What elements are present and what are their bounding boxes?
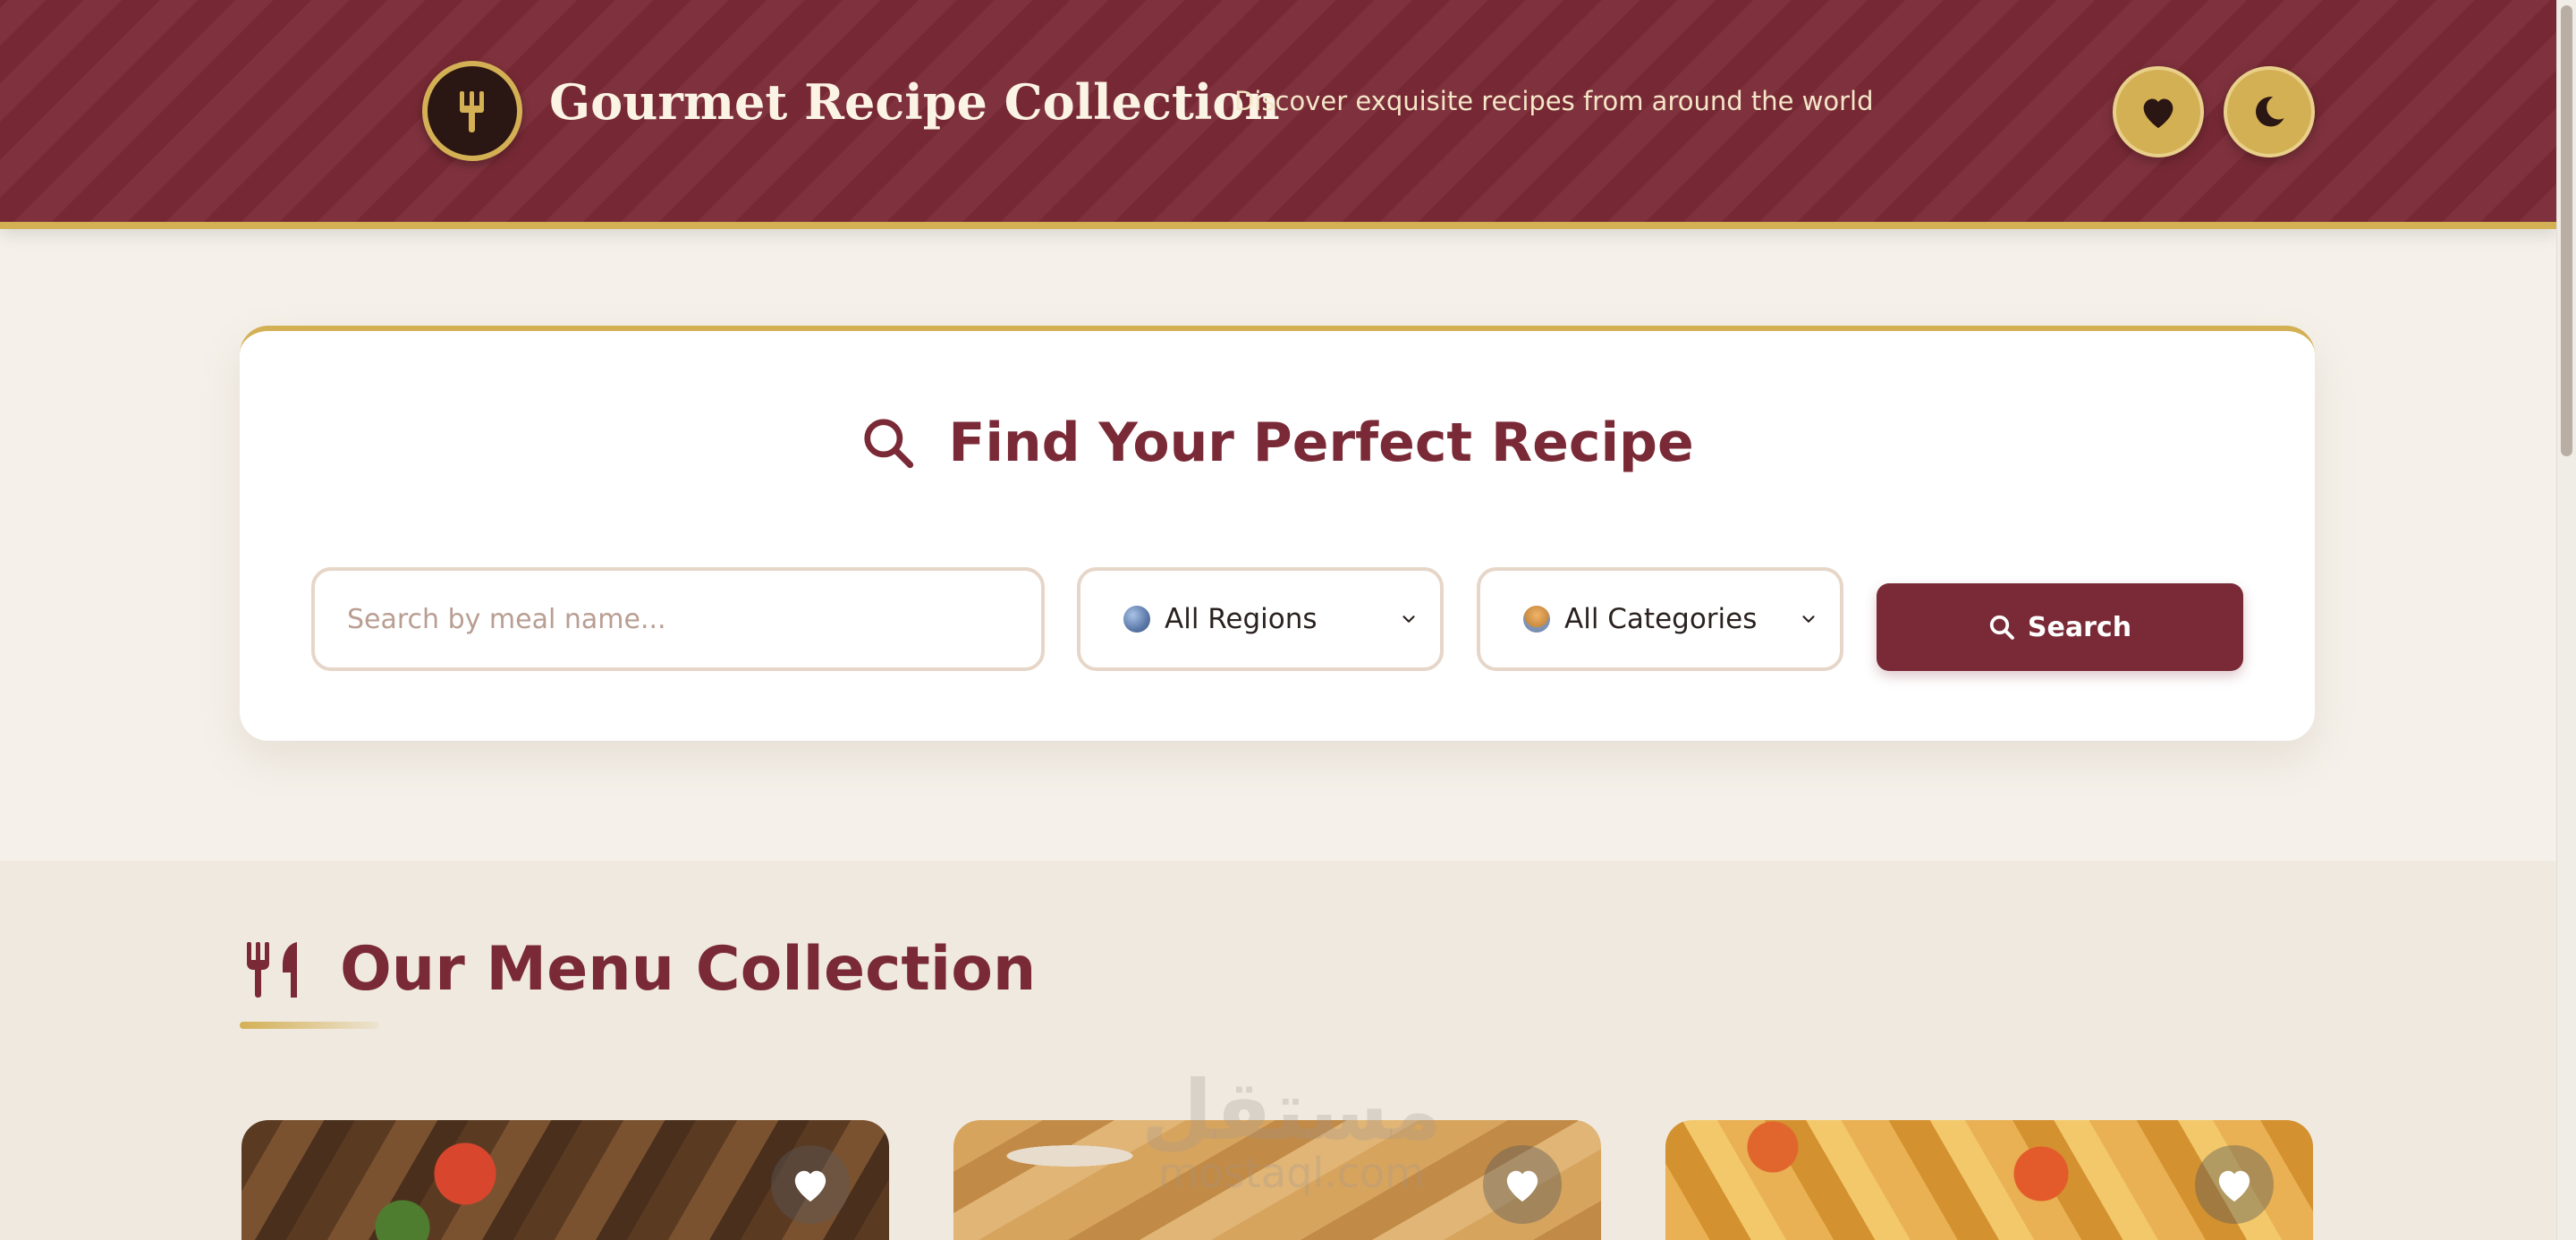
heart-icon (1506, 1170, 1538, 1202)
menu-title: Our Menu Collection (340, 934, 1037, 1005)
dish-icon (1523, 606, 1550, 633)
category-select[interactable]: All Categories (1477, 567, 1843, 671)
site-tagline: Discover exquisite recipes from around t… (1234, 86, 1874, 116)
search-icon (864, 419, 914, 469)
heading-underline (240, 1022, 379, 1029)
search-panel: Find Your Perfect Recipe All Regions All… (240, 326, 2315, 741)
site-header: Gourmet Recipe Collection Discover exqui… (0, 0, 2556, 229)
card-favorite-button[interactable] (1483, 1145, 1562, 1224)
card-favorite-button[interactable] (771, 1145, 850, 1224)
recipe-card[interactable] (1665, 1120, 2313, 1240)
heart-icon (2143, 98, 2174, 129)
search-input[interactable] (311, 567, 1045, 671)
theme-toggle-button[interactable] (2224, 66, 2315, 157)
menu-heading: Our Menu Collection (245, 934, 1036, 1005)
chevron-down-icon (1402, 616, 1415, 623)
moon-icon (2256, 97, 2284, 127)
region-select[interactable]: All Regions (1077, 567, 1444, 671)
search-icon (1989, 615, 2014, 640)
scrollbar-thumb[interactable] (2561, 5, 2572, 456)
heart-icon (794, 1170, 826, 1202)
search-heading: Find Your Perfect Recipe (240, 412, 2315, 474)
favorites-button[interactable] (2113, 66, 2204, 157)
page-scrollbar[interactable] (2556, 0, 2576, 1240)
recipe-card[interactable] (242, 1120, 889, 1240)
card-favorite-button[interactable] (2195, 1145, 2274, 1224)
fork-icon (460, 91, 484, 132)
globe-icon (1123, 606, 1150, 633)
search-title: Find Your Perfect Recipe (948, 412, 1694, 474)
recipe-card[interactable] (953, 1120, 1601, 1240)
menu-section: Our Menu Collection مستقل mostaql.com (0, 861, 2556, 1240)
logo[interactable] (422, 61, 522, 161)
utensils-icon (247, 941, 297, 998)
search-button-label: Search (2027, 611, 2132, 643)
region-select-value: All Regions (1165, 603, 1318, 635)
search-button[interactable]: Search (1877, 583, 2243, 671)
category-select-value: All Categories (1564, 603, 1758, 635)
heart-icon (2218, 1170, 2250, 1202)
chevron-down-icon (1802, 616, 1815, 623)
site-title: Gourmet Recipe Collection (549, 73, 1280, 131)
